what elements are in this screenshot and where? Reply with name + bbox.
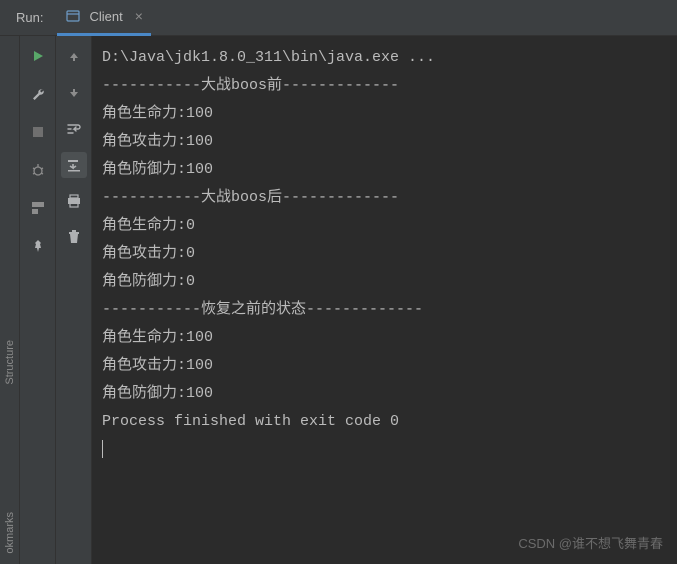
left-gutter: Structure okmarks [0, 36, 20, 564]
console-line: 角色防御力:100 [102, 380, 677, 408]
print-icon[interactable] [61, 188, 87, 214]
application-icon [65, 8, 81, 24]
run-toolwindow-header: Run: Client × [0, 0, 677, 36]
console-line: 角色攻击力:100 [102, 352, 677, 380]
run-tab-client[interactable]: Client × [57, 0, 150, 36]
console-line: 角色生命力:100 [102, 324, 677, 352]
console-output[interactable]: D:\Java\jdk1.8.0_311\bin\java.exe ... --… [92, 36, 677, 564]
console-line: D:\Java\jdk1.8.0_311\bin\java.exe ... [102, 44, 677, 72]
down-arrow-icon[interactable] [61, 80, 87, 106]
console-line: Process finished with exit code 0 [102, 408, 677, 436]
console-line: -----------大战boos前------------- [102, 72, 677, 100]
console-line: 角色攻击力:0 [102, 240, 677, 268]
run-toolbar-left [20, 36, 56, 564]
wrench-icon[interactable] [26, 82, 50, 106]
structure-tab[interactable]: Structure [4, 340, 16, 385]
console-line: 角色生命力:0 [102, 212, 677, 240]
console-line: 角色攻击力:100 [102, 128, 677, 156]
scroll-to-end-icon[interactable] [61, 152, 87, 178]
soft-wrap-icon[interactable] [61, 116, 87, 142]
tab-label: Client [89, 9, 122, 24]
console-controls [56, 36, 92, 564]
console-line: 角色防御力:100 [102, 156, 677, 184]
up-arrow-icon[interactable] [61, 44, 87, 70]
bookmarks-tab[interactable]: okmarks [4, 512, 16, 554]
stop-button[interactable] [26, 120, 50, 144]
main-area: Structure okmarks [0, 36, 677, 564]
console-cursor [102, 436, 677, 464]
run-label: Run: [16, 10, 43, 25]
layout-icon[interactable] [26, 196, 50, 220]
debug-icon[interactable] [26, 158, 50, 182]
watermark: CSDN @谁不想飞舞青春 [518, 530, 663, 558]
close-tab-icon[interactable]: × [135, 8, 143, 24]
console-line: 角色生命力:100 [102, 100, 677, 128]
trash-icon[interactable] [61, 224, 87, 250]
rerun-button[interactable] [26, 44, 50, 68]
console-line: -----------恢复之前的状态------------- [102, 296, 677, 324]
console-line: 角色防御力:0 [102, 268, 677, 296]
pin-icon[interactable] [26, 234, 50, 258]
console-line: -----------大战boos后------------- [102, 184, 677, 212]
